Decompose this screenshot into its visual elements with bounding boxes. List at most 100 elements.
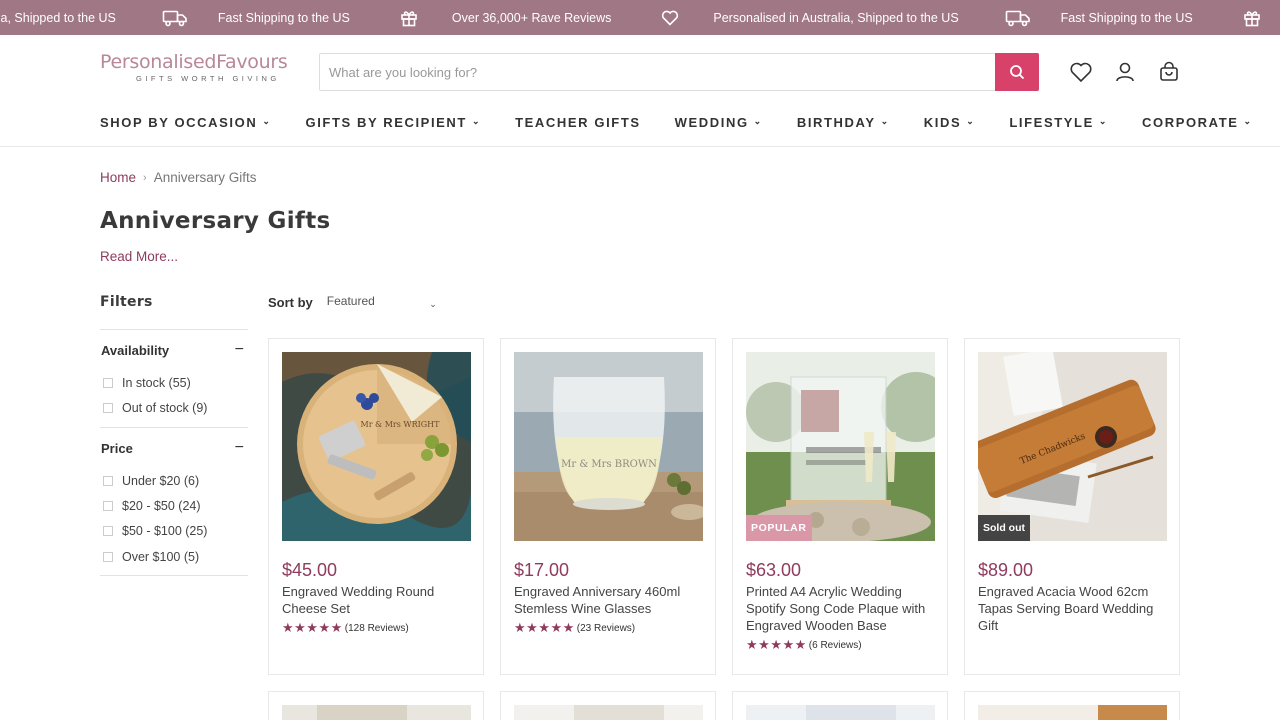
product-card[interactable] bbox=[500, 691, 716, 720]
product-image[interactable] bbox=[514, 705, 703, 720]
nav-item-label: GIFTS BY RECIPIENT bbox=[305, 114, 467, 130]
announcement-item: Fast Shipping to the US bbox=[162, 9, 350, 27]
product-image[interactable] bbox=[746, 705, 935, 720]
breadcrumb-home-link[interactable]: Home bbox=[100, 170, 136, 185]
nav-item-label: CORPORATE bbox=[1142, 114, 1239, 130]
filter-group-availability: Availability − In stock (55) Out of stock (… bbox=[100, 329, 248, 421]
filter-checkbox[interactable] bbox=[103, 475, 113, 486]
account-button[interactable] bbox=[1112, 59, 1138, 85]
product-card[interactable]: The Chadwicks Sold out $89.00 Engraved Acac… bbox=[964, 338, 1180, 675]
filters-divider bbox=[100, 575, 248, 576]
wishlist-button[interactable] bbox=[1068, 59, 1094, 85]
nav-item-label: LIFESTYLE bbox=[1009, 114, 1094, 130]
product-image[interactable] bbox=[282, 705, 471, 720]
logo-tagline: GIFTS WORTH GIVING bbox=[136, 74, 280, 83]
site-logo[interactable]: PersonalisedFavours GIFTS WORTH GIVING bbox=[100, 51, 300, 83]
product-card[interactable] bbox=[964, 691, 1180, 720]
filter-option[interactable]: $20 - $50 (24) bbox=[100, 493, 248, 518]
product-image[interactable]: POPULAR bbox=[746, 352, 935, 541]
filter-option-label: Under $20 (6) bbox=[122, 473, 200, 488]
filter-checkbox[interactable] bbox=[103, 402, 113, 413]
header-icons bbox=[1068, 59, 1182, 85]
chevron-down-icon: ⌄ bbox=[966, 115, 976, 126]
filter-group-header[interactable]: Availability − bbox=[100, 330, 248, 370]
product-image[interactable] bbox=[978, 705, 1167, 720]
announcement-text: Over 36,000+ Rave Reviews bbox=[451, 10, 612, 25]
filter-option[interactable]: Under $20 (6) bbox=[100, 468, 248, 493]
announcement-item: Over 36,000+ Rave Reviews bbox=[396, 9, 611, 27]
search-button[interactable] bbox=[995, 53, 1039, 91]
announcement-text: alia, Shipped to the US bbox=[0, 10, 116, 25]
nav-item-birthday[interactable]: BIRTHDAY ⌄ bbox=[797, 115, 890, 130]
sort-select[interactable]: Featured ⌄ bbox=[327, 291, 437, 310]
product-image[interactable]: The Chadwicks Sold out bbox=[978, 352, 1167, 541]
nav-item-corporate[interactable]: CORPORATE ⌄ bbox=[1142, 115, 1253, 130]
review-count: (6 Reviews) bbox=[808, 639, 862, 651]
product-title-link[interactable]: Engraved Acacia Wood 62cm Tapas Serving … bbox=[978, 583, 1168, 634]
announcement-item: Personalised in Australia, Shipped to th… bbox=[657, 9, 959, 27]
filter-checkbox[interactable] bbox=[103, 377, 113, 388]
announcement-item: alia, Shipped to the US bbox=[0, 11, 116, 25]
truck-icon bbox=[162, 9, 188, 27]
nav-item-lifestyle[interactable]: LIFESTYLE ⌄ bbox=[1009, 115, 1108, 130]
product-card[interactable]: POPULAR $63.00 Printed A4 Acrylic Wedding … bbox=[732, 338, 948, 675]
product-image[interactable]: Mr & Mrs BROWN bbox=[514, 352, 703, 541]
product-card[interactable]: Mr & Mrs WRIGHT $45.00 Engraved Wedding Ro… bbox=[268, 338, 484, 675]
nav-item-wedding[interactable]: WEDDING ⌄ bbox=[675, 115, 763, 130]
logo-wordmark: PersonalisedFavours bbox=[100, 51, 300, 73]
filter-checkbox[interactable] bbox=[103, 500, 113, 511]
announcement-track: alia, Shipped to the US Fast Shipping to … bbox=[0, 0, 1280, 35]
nav-item-gifts-by-recipient[interactable]: GIFTS BY RECIPIENT ⌄ bbox=[305, 115, 481, 130]
filter-checkbox[interactable] bbox=[103, 526, 113, 537]
review-count: (128 Reviews) bbox=[344, 622, 409, 634]
read-more-link[interactable]: Read More... bbox=[100, 249, 178, 264]
product-card[interactable] bbox=[732, 691, 948, 720]
nav-item-teacher-gifts[interactable]: TEACHER GIFTS bbox=[515, 115, 641, 130]
announcement-text: Fast Shipping to the US bbox=[217, 10, 350, 25]
breadcrumb-separator: › bbox=[143, 171, 147, 184]
shopping-bag-icon bbox=[1160, 61, 1178, 81]
product-title-link[interactable]: Engraved Wedding Round Cheese Set bbox=[282, 583, 472, 617]
announcement-text: Personalised in Australia, Shipped to th… bbox=[713, 10, 959, 25]
filter-option-label: $50 - $100 (25) bbox=[122, 524, 208, 539]
search-bar bbox=[319, 53, 1039, 91]
nav-item-shop-by-occasion[interactable]: SHOP BY OCCASION ⌄ bbox=[100, 115, 271, 130]
cart-button[interactable] bbox=[1156, 59, 1182, 85]
sort-selected-value: Featured bbox=[326, 293, 375, 308]
page-title: Anniversary Gifts bbox=[100, 208, 331, 234]
gift-icon bbox=[1239, 9, 1265, 27]
product-title-link[interactable]: Engraved Anniversary 460ml Stemless Wine… bbox=[514, 583, 704, 617]
nav-item-kids[interactable]: KIDS ⌄ bbox=[924, 115, 976, 130]
product-card[interactable] bbox=[268, 691, 484, 720]
sold-out-badge: Sold out bbox=[978, 515, 1030, 541]
filter-checkbox[interactable] bbox=[103, 551, 113, 562]
gift-icon bbox=[396, 9, 422, 27]
search-input[interactable] bbox=[320, 54, 995, 90]
search-icon bbox=[1010, 65, 1025, 80]
filter-group-title: Availability bbox=[101, 342, 170, 358]
filter-option-label: Out of stock (9) bbox=[122, 400, 208, 415]
star-rating-icon: ★★★★★ bbox=[746, 637, 807, 652]
filter-option[interactable]: Over $100 (5) bbox=[100, 544, 248, 569]
product-rating[interactable]: ★★★★★ (23 Reviews) bbox=[514, 620, 635, 636]
filter-option[interactable]: Out of stock (9) bbox=[100, 395, 248, 420]
nav-item-label: SHOP BY OCCASION bbox=[100, 114, 258, 130]
filter-option[interactable]: $50 - $100 (25) bbox=[100, 519, 248, 544]
product-rating[interactable]: ★★★★★ (6 Reviews) bbox=[746, 637, 862, 653]
nav-item-label: BIRTHDAY bbox=[796, 114, 876, 130]
product-card[interactable]: Mr & Mrs BROWN $17.00 Engraved Anniversary… bbox=[500, 338, 716, 675]
product-title-link[interactable]: Printed A4 Acrylic Wedding Spotify Song … bbox=[746, 583, 936, 634]
sort-label: Sort by bbox=[268, 295, 313, 310]
site-header: PersonalisedFavours GIFTS WORTH GIVING S… bbox=[0, 35, 1280, 147]
breadcrumb: Home › Anniversary Gifts bbox=[100, 170, 256, 185]
chevron-down-icon: ⌄ bbox=[262, 115, 272, 126]
filter-option[interactable]: In stock (55) bbox=[100, 370, 248, 395]
filter-group-header[interactable]: Price − bbox=[100, 428, 248, 468]
product-rating[interactable]: ★★★★★ (128 Reviews) bbox=[282, 620, 409, 636]
collapse-icon: − bbox=[234, 341, 244, 358]
heart-icon bbox=[657, 9, 683, 27]
chevron-down-icon: ⌄ bbox=[753, 115, 763, 126]
product-image[interactable]: Mr & Mrs WRIGHT bbox=[282, 352, 471, 541]
nav-item-label: WEDDING bbox=[674, 114, 749, 130]
product-price: $89.00 bbox=[978, 560, 1034, 580]
